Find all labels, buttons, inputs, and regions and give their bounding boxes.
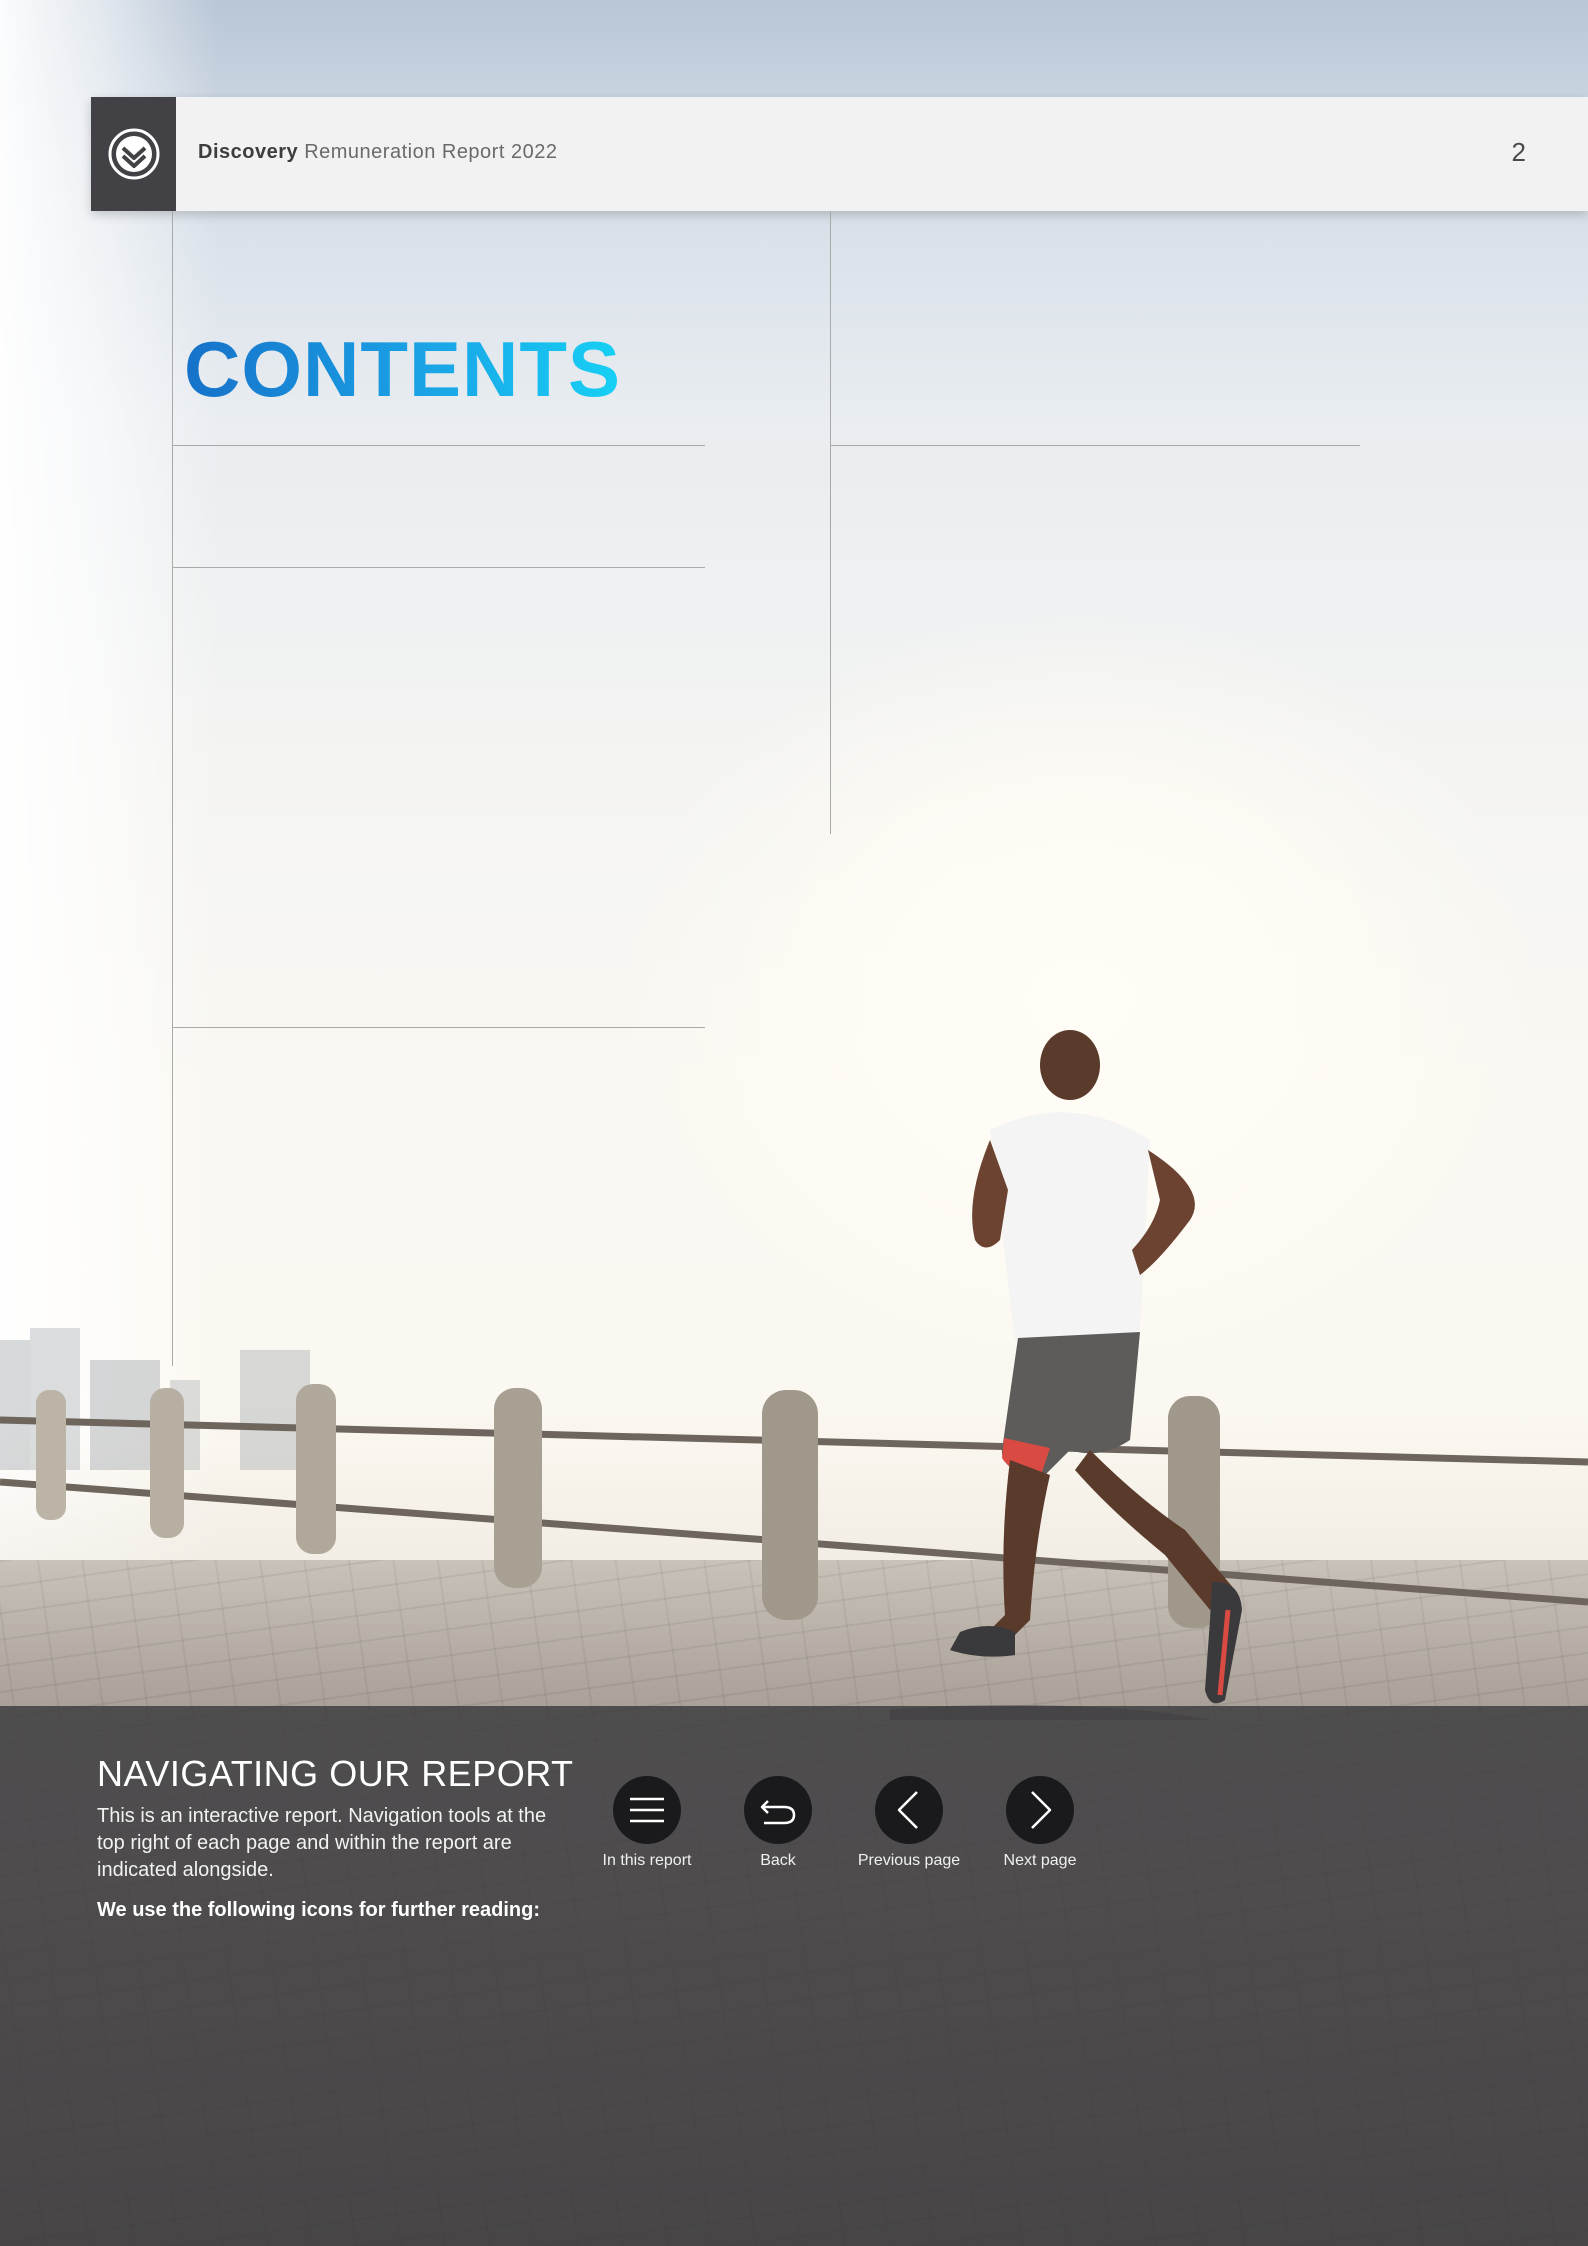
brand-name: Discovery: [198, 141, 299, 163]
seafront-railing: [0, 1384, 1588, 1628]
nav-button-circle[interactable]: [875, 1776, 943, 1844]
discovery-logo-icon: [108, 128, 160, 180]
report-page: Discovery Remuneration Report 2022 2 CON…: [0, 0, 1588, 2246]
contents-divider: [830, 445, 1360, 446]
navigation-heading: NAVIGATING OUR REPORT: [97, 1753, 574, 1794]
nav-button-circle[interactable]: [1006, 1776, 1074, 1844]
nav-button-label: In this report: [602, 1852, 692, 1869]
chevron-right-icon: [1031, 1791, 1052, 1829]
nav-button-circle[interactable]: [744, 1776, 812, 1844]
nav-button-circle[interactable]: [613, 1776, 681, 1844]
previous-page-button[interactable]: Previous page: [839, 1776, 979, 1870]
report-header-title: Discovery Remuneration Report 2022: [198, 141, 557, 164]
contents-title: CONTENTS: [184, 325, 621, 413]
runner-figure: [890, 1030, 1242, 1720]
logo-box[interactable]: [91, 97, 176, 211]
nav-button-label: Back: [760, 1852, 796, 1869]
navigation-description: This is an interactive report. Navigatio…: [97, 1805, 547, 1881]
back-button[interactable]: Back: [708, 1776, 848, 1870]
navigation-panel: NAVIGATING OUR REPORT This is an interac…: [0, 1706, 1588, 2246]
page-number: 2: [1511, 137, 1526, 167]
menu-icon: [630, 1797, 664, 1823]
contents-divider: [172, 1027, 705, 1028]
next-page-button[interactable]: Next page: [970, 1776, 1110, 1870]
nav-button-label: Previous page: [857, 1852, 961, 1869]
contents-divider: [172, 567, 705, 568]
in-this-report-button[interactable]: In this report: [577, 1776, 717, 1870]
report-title: Remuneration Report 2022: [304, 141, 558, 163]
back-arrow-icon: [760, 1800, 796, 1825]
nav-button-label: Next page: [1003, 1852, 1077, 1869]
header-bar: Discovery Remuneration Report 2022 2: [91, 97, 1588, 211]
further-reading-note: We use the following icons for further r…: [97, 1899, 540, 1921]
contents-left-rule: [172, 211, 173, 1366]
contents-divider: [172, 445, 705, 446]
chevron-left-icon: [897, 1791, 918, 1829]
contents-right-rule: [830, 211, 831, 834]
